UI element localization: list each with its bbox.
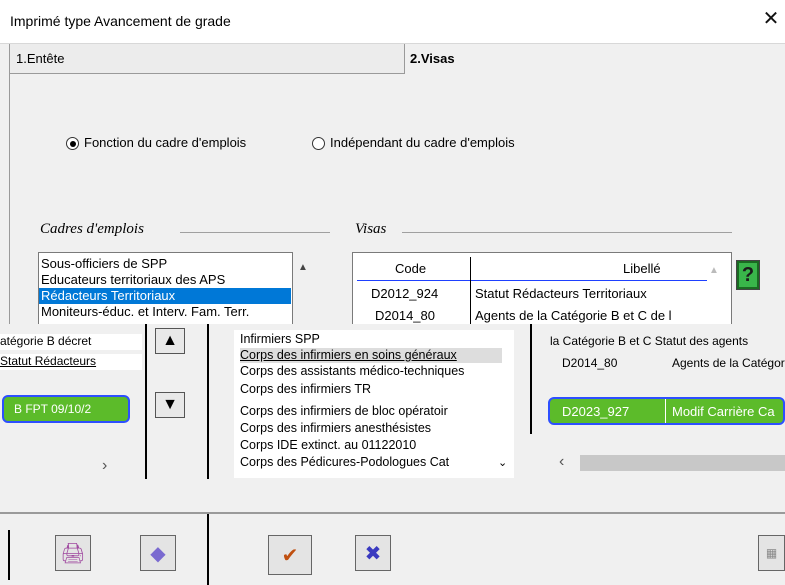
printer-icon: 🖨 xyxy=(60,542,86,565)
list-item[interactable]: Corps IDE extinct. au 01122010 xyxy=(240,438,416,453)
header-divider xyxy=(357,280,707,281)
list-item[interactable]: Corps des infirmiers en soins généraux xyxy=(240,348,502,363)
list-item[interactable]: Corps des Pédicures-Podologues Cat xyxy=(240,455,449,470)
divider xyxy=(8,530,10,580)
column-divider xyxy=(665,399,666,423)
visa-libelle[interactable]: Statut Rédacteurs Territoriaux xyxy=(475,286,647,301)
list-item[interactable]: Corps des infirmiers de bloc opératoir xyxy=(240,404,448,419)
radio-fonction-cadre[interactable] xyxy=(66,137,79,150)
horizontal-scrollbar[interactable]: › xyxy=(0,455,145,477)
visa-selected-row[interactable]: D2023_927 Modif Carrière Ca xyxy=(548,397,785,425)
eraser-icon: ◆ xyxy=(150,542,166,565)
check-icon: ✔ xyxy=(281,544,299,567)
move-up-button[interactable]: ▲ xyxy=(155,328,185,354)
list-item[interactable]: Infirmiers SPP xyxy=(240,332,320,347)
scroll-thumb[interactable] xyxy=(580,455,785,471)
tab-visas-label: 2.Visas xyxy=(410,51,455,66)
cadres-group-title: Cadres d'emplois xyxy=(40,221,144,237)
close-icon[interactable]: ✕ xyxy=(760,9,782,29)
overlay-row: atégorie B décret xyxy=(0,334,142,350)
tab-entete-label: 1.Entête xyxy=(16,51,65,66)
visa-code[interactable]: D2012_924 xyxy=(371,286,438,301)
list-item[interactable]: Corps des infirmiers anesthésistes xyxy=(240,421,431,436)
overlay-code[interactable]: D2014_80 xyxy=(562,356,662,372)
window-title: Imprimé type Avancement de grade xyxy=(10,13,231,29)
tab-visas[interactable]: 2.Visas xyxy=(405,44,780,74)
scroll-up-icon[interactable]: ▲ xyxy=(298,262,308,273)
column-divider xyxy=(145,324,147,479)
radio-fonction-cadre-label: Fonction du cadre d'emplois xyxy=(84,135,247,150)
down-arrow-icon: ▼ xyxy=(162,396,178,413)
visas-grid[interactable]: Code Libellé ▲ D2012_924 Statut Rédacteu… xyxy=(352,252,732,327)
list-item[interactable]: Educateurs territoriaux des APS xyxy=(41,272,225,288)
horizontal-scrollbar[interactable]: ‹ xyxy=(555,452,785,474)
visa-libelle[interactable]: Agents de la Catégorie B et C de l xyxy=(475,308,672,323)
list-item[interactable]: Moniteurs-éduc. et Interv. Fam. Terr. xyxy=(41,304,249,320)
group-border xyxy=(180,232,330,233)
cadres-list[interactable]: Sous-officiers de SPP Educateurs territo… xyxy=(38,252,293,327)
list-item-selected[interactable]: Rédacteurs Territoriaux xyxy=(39,288,291,304)
up-arrow-icon: ▲ xyxy=(162,332,178,349)
help-button[interactable]: ? xyxy=(736,260,760,290)
visa-selected-libelle: Modif Carrière Ca xyxy=(672,404,775,419)
radio-independant-cadre-label: Indépendant du cadre d'emplois xyxy=(330,135,515,150)
group-border xyxy=(402,232,732,233)
cancel-button[interactable]: ✖ xyxy=(355,535,391,571)
column-divider xyxy=(207,324,209,479)
chevron-down-icon[interactable]: ⌄ xyxy=(498,456,507,469)
corps-list[interactable]: Infirmiers SPP Corps des infirmiers en s… xyxy=(234,330,514,478)
overlay-libelle[interactable]: Agents de la Catégorie xyxy=(672,356,785,372)
toolbar-separator xyxy=(0,512,785,514)
col-code-header[interactable]: Code xyxy=(395,261,426,276)
col-libelle-header[interactable]: Libellé xyxy=(623,261,661,276)
scroll-up-icon[interactable]: ▲ xyxy=(709,265,719,276)
scroll-right-icon[interactable]: › xyxy=(102,457,107,475)
list-item[interactable]: Corps des infirmiers TR xyxy=(240,382,371,397)
visa-selected-code: D2023_927 xyxy=(562,404,630,419)
list-item[interactable]: Sous-officiers de SPP xyxy=(41,256,167,272)
calculator-icon: ▦ xyxy=(765,546,778,560)
column-divider xyxy=(470,257,471,326)
list-item[interactable]: Corps des assistants médico-techniques xyxy=(240,364,464,379)
tab-entete[interactable]: 1.Entête xyxy=(9,44,405,74)
overlay-selected-row[interactable]: B FPT 09/10/2 xyxy=(2,395,130,423)
erase-button[interactable]: ◆ xyxy=(140,535,176,571)
overlay-row: Statut Rédacteurs xyxy=(0,354,142,370)
calculator-button[interactable]: ▦ xyxy=(758,535,785,571)
scroll-left-icon[interactable]: ‹ xyxy=(559,453,564,471)
visas-group-title: Visas xyxy=(355,221,387,237)
move-down-button[interactable]: ▼ xyxy=(155,392,185,418)
help-icon: ? xyxy=(737,261,759,289)
radio-independant-cadre[interactable] xyxy=(312,137,325,150)
divider xyxy=(207,514,209,585)
cross-icon: ✖ xyxy=(364,542,382,565)
validate-button[interactable]: ✔ xyxy=(268,535,312,575)
print-button[interactable]: 🖨 xyxy=(55,535,91,571)
column-divider xyxy=(530,324,532,434)
overlay-row: la Catégorie B et C Statut des agents xyxy=(550,334,749,348)
visa-code[interactable]: D2014_80 xyxy=(375,308,435,323)
